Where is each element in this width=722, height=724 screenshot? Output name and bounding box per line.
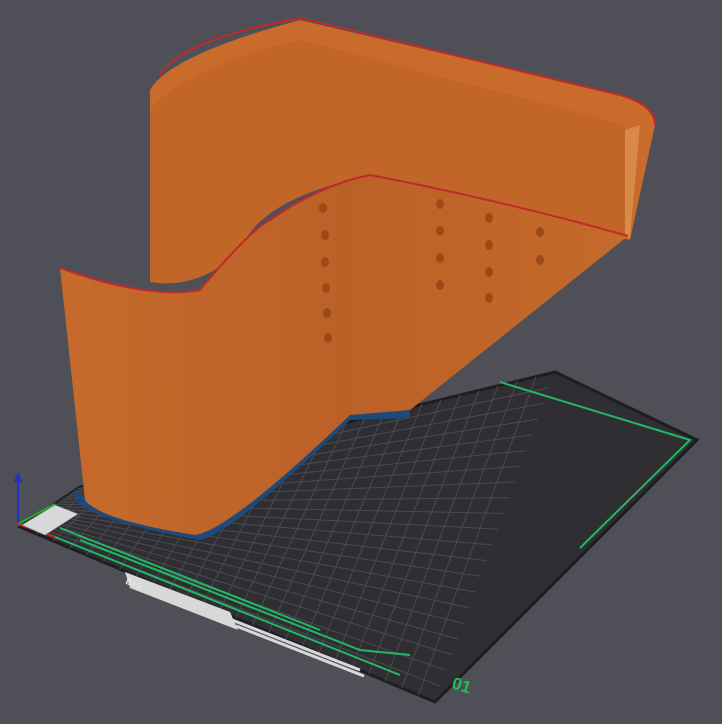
vent-hole [321,257,329,267]
vent-hole [536,255,544,265]
vent-hole [323,308,331,318]
vent-hole [324,333,332,343]
scene-canvas[interactable] [0,0,722,724]
z-axis-arrow-icon [14,472,22,482]
vent-hole [485,267,493,277]
vent-hole [536,227,544,237]
3d-viewport[interactable]: BIS 01 [0,0,722,724]
vent-hole [436,199,444,209]
vent-hole [322,283,330,293]
vent-hole [436,253,444,263]
vent-hole [319,203,327,213]
vent-hole [485,293,493,303]
vent-hole [436,280,444,290]
vent-hole [436,226,444,236]
vent-hole [321,230,329,240]
vent-hole [485,240,493,250]
vent-hole [485,213,493,223]
